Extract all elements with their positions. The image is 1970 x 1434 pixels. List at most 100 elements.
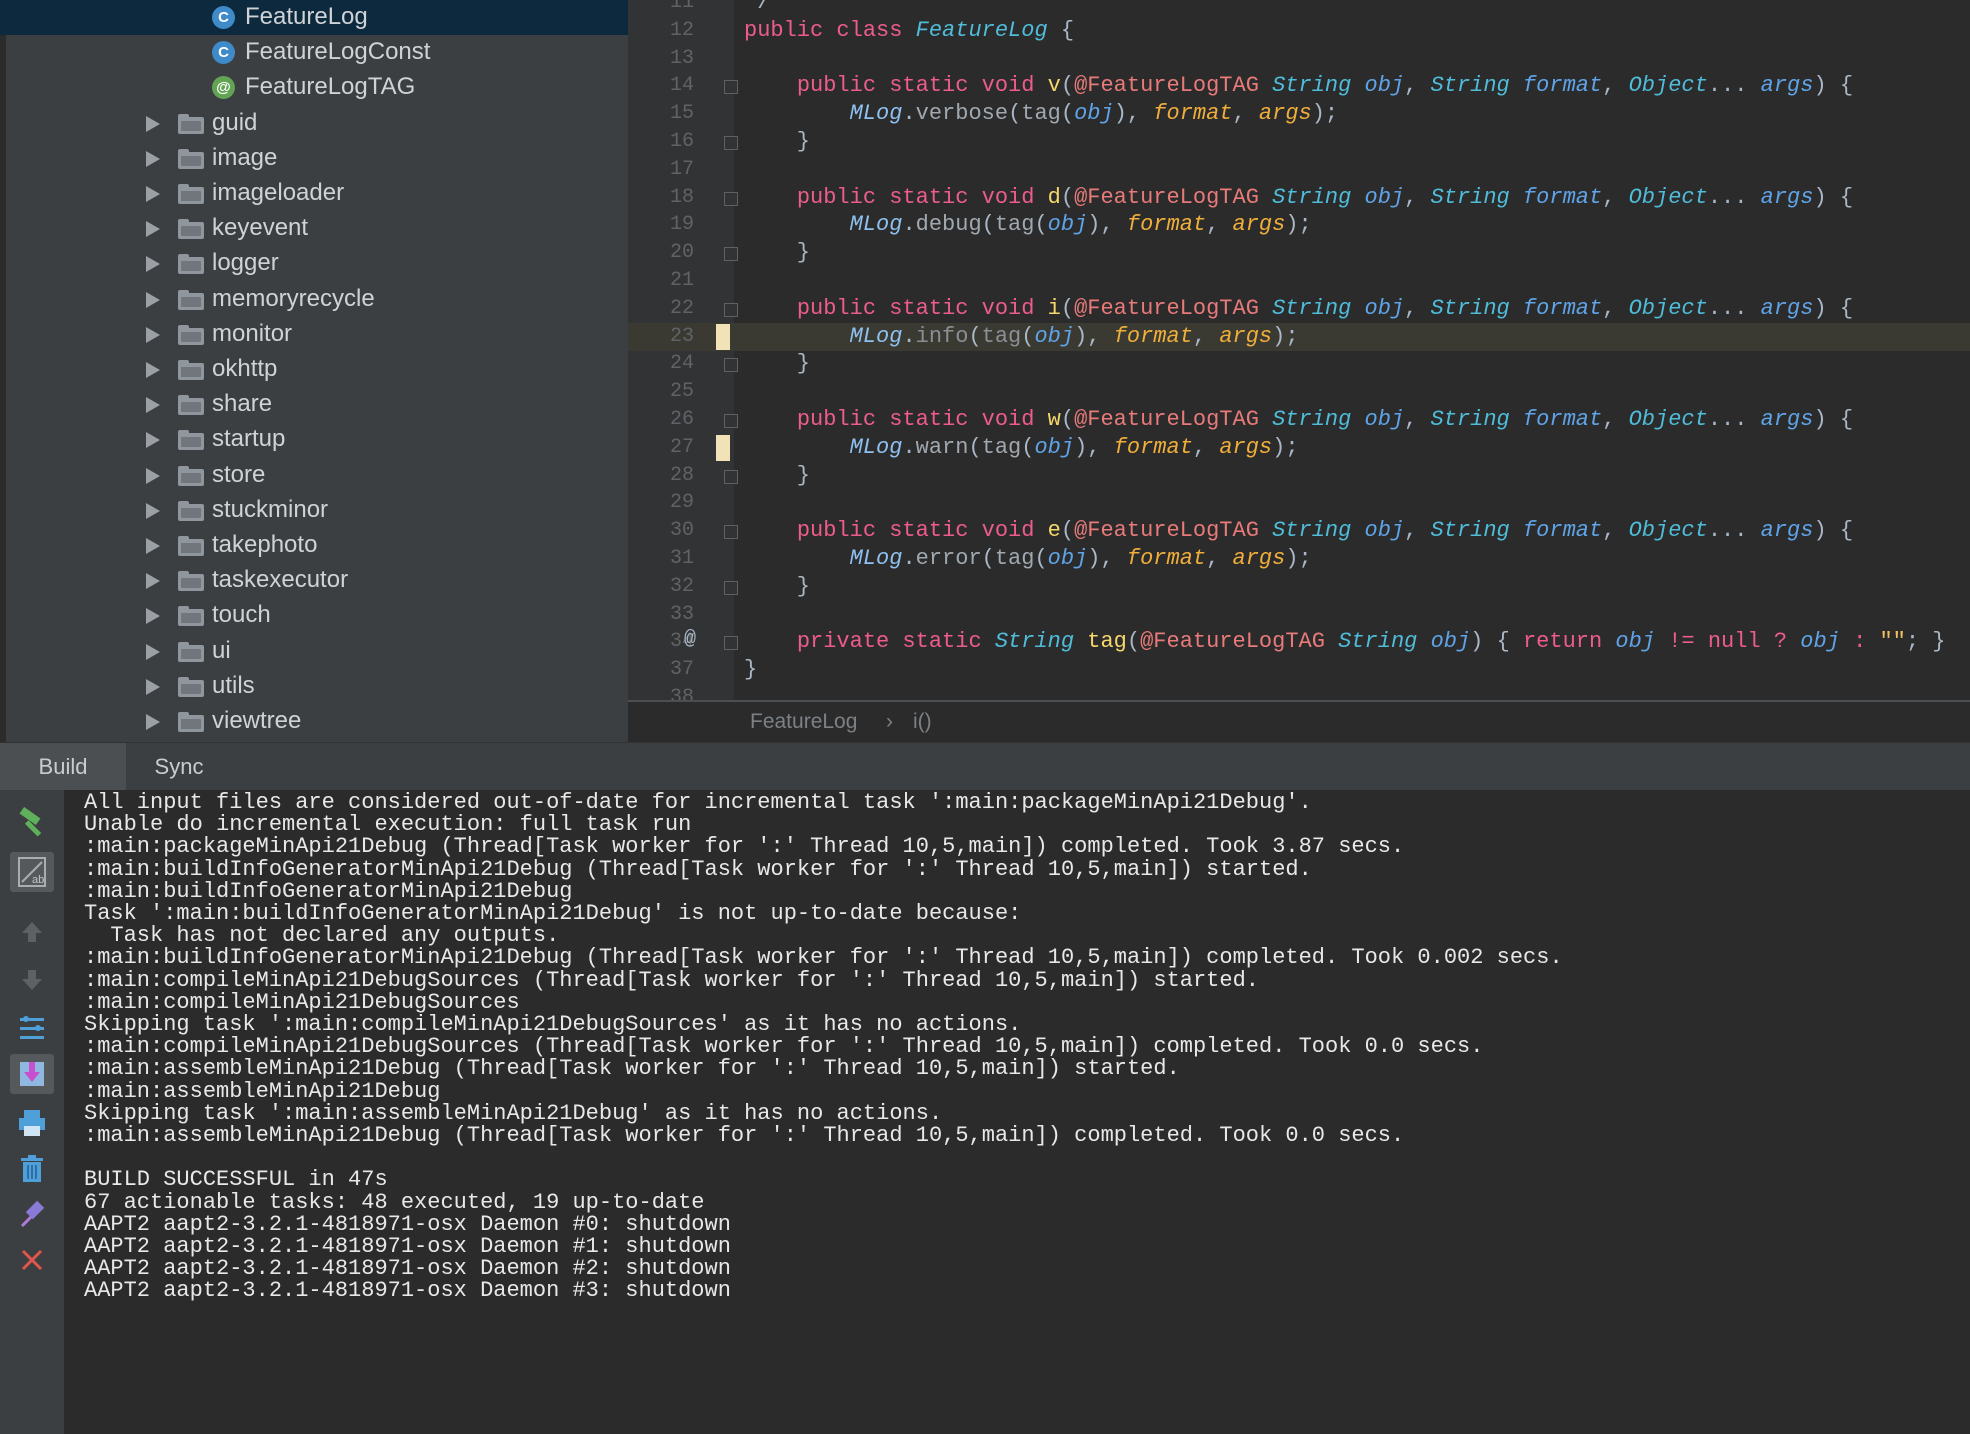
tree-item-ui[interactable]: ui: [0, 634, 628, 669]
fold-marker-icon[interactable]: [724, 469, 738, 484]
tree-item-logger[interactable]: logger: [0, 246, 628, 281]
fold-marker-icon[interactable]: [724, 136, 738, 150]
tree-item-okhttp[interactable]: okhttp: [0, 352, 628, 387]
fold-marker-icon[interactable]: [724, 358, 738, 373]
tree-item-featurelogtag[interactable]: @ FeatureLogTAG: [0, 70, 628, 105]
expand-arrow-icon[interactable]: [146, 678, 160, 695]
tree-item-touch[interactable]: touch: [0, 598, 628, 633]
code-line[interactable]: 12 public class FeatureLog {: [628, 17, 1970, 45]
tree-item-viewtree[interactable]: viewtree: [0, 704, 628, 739]
breadcrumb-method[interactable]: i(): [913, 710, 932, 734]
expand-arrow-icon[interactable]: [146, 186, 160, 202]
code-line[interactable]: 37}: [628, 656, 1970, 684]
tree-item-monitor[interactable]: monitor: [0, 317, 628, 352]
build-output-console[interactable]: All input files are considered out-of-da…: [64, 790, 1970, 1434]
code-line[interactable]: 28 }: [628, 462, 1970, 490]
tree-item-store[interactable]: store: [0, 458, 628, 493]
expand-arrow-icon[interactable]: [146, 221, 160, 238]
code-line[interactable]: 30 public static void e(@FeatureLogTAG S…: [628, 517, 1970, 545]
fold-marker-icon[interactable]: [724, 414, 738, 428]
code-line[interactable]: 11 */: [628, 0, 1970, 17]
code-line[interactable]: 26 public static void w(@FeatureLogTAG S…: [628, 406, 1970, 434]
expand-arrow-icon[interactable]: [146, 256, 160, 273]
tree-item-share[interactable]: share: [0, 387, 628, 422]
tree-item-takephoto[interactable]: takephoto: [0, 528, 628, 563]
code-line[interactable]: 31 MLog.error(tag(obj), format, args);: [628, 545, 1970, 573]
expand-arrow-icon[interactable]: [146, 397, 160, 414]
code-token: ,: [1192, 323, 1220, 349]
code-line[interactable]: 32 }: [628, 573, 1970, 601]
tree-item-keyevent[interactable]: keyevent: [0, 211, 628, 246]
code-line[interactable]: 13: [628, 45, 1970, 73]
trash-icon[interactable]: [10, 1148, 54, 1188]
fold-marker-icon[interactable]: [724, 580, 738, 595]
expand-arrow-icon[interactable]: [146, 326, 160, 343]
code-line[interactable]: 16 }: [628, 128, 1970, 156]
code-line[interactable]: 29: [628, 489, 1970, 517]
code-line[interactable]: 14 public static void v(@FeatureLogTAG S…: [628, 72, 1970, 100]
tree-item-image[interactable]: image: [0, 141, 628, 176]
line-number: 32: [669, 574, 694, 598]
code-line[interactable]: 15 MLog.verbose(tag(obj), format, args);: [628, 100, 1970, 128]
expand-arrow-icon[interactable]: [146, 432, 160, 449]
pin-icon[interactable]: [10, 1194, 54, 1234]
arrow-up-icon[interactable]: [10, 912, 54, 952]
code-line[interactable]: 27 MLog.warn(tag(obj), format, args);: [628, 434, 1970, 462]
expand-arrow-icon[interactable]: [146, 643, 160, 660]
tree-item-featurelog[interactable]: C FeatureLog: [0, 0, 628, 35]
fold-marker-icon[interactable]: [724, 191, 738, 206]
code-line[interactable]: 25: [628, 378, 1970, 406]
code-line[interactable]: 20 }: [628, 239, 1970, 267]
tree-item-guid[interactable]: guid: [0, 106, 628, 141]
tree-item-stuckminor[interactable]: stuckminor: [0, 493, 628, 528]
code-token: ) {: [1813, 407, 1854, 432]
fold-marker-icon[interactable]: [724, 247, 738, 262]
expand-arrow-icon[interactable]: [146, 714, 160, 730]
tree-item-utils[interactable]: utils: [0, 669, 628, 704]
tab-sync[interactable]: Sync: [126, 743, 232, 791]
bookmark-icon[interactable]: [716, 323, 730, 350]
code-line[interactable]: 17: [628, 156, 1970, 184]
hammer-icon[interactable]: [10, 802, 54, 842]
code-line[interactable]: 21: [628, 267, 1970, 295]
tree-item-startup[interactable]: startup: [0, 422, 628, 457]
code-line[interactable]: 19 MLog.debug(tag(obj), format, args);: [628, 211, 1970, 239]
code-token: obj: [1800, 629, 1854, 655]
expand-arrow-icon[interactable]: [146, 150, 160, 167]
tree-item-imageloader[interactable]: imageloader: [0, 176, 628, 211]
expand-arrow-icon[interactable]: [146, 608, 160, 625]
expand-arrow-icon[interactable]: [146, 362, 160, 378]
fold-marker-icon[interactable]: [724, 80, 738, 95]
close-icon[interactable]: [10, 1240, 54, 1280]
tree-item-taskexecutor[interactable]: taskexecutor: [0, 563, 628, 598]
fold-marker-icon[interactable]: [724, 636, 738, 651]
expand-arrow-icon[interactable]: [146, 502, 160, 519]
expand-arrow-icon[interactable]: [146, 467, 160, 484]
code-line[interactable]: 18 public static void d(@FeatureLogTAG S…: [628, 184, 1970, 212]
code-editor[interactable]: 11 */12 public class FeatureLog {13 14 publ…: [628, 0, 1970, 742]
expand-arrow-icon[interactable]: [146, 115, 160, 132]
scroll-to-end-icon[interactable]: [10, 1054, 54, 1094]
print-icon[interactable]: [10, 1102, 54, 1142]
breadcrumb-class[interactable]: FeatureLog: [750, 710, 857, 734]
expand-arrow-icon[interactable]: [146, 573, 160, 590]
code-line[interactable]: 24 }: [628, 350, 1970, 378]
override-marker-icon[interactable]: @: [684, 628, 696, 651]
code-line[interactable]: 34 @ private static String tag(@FeatureLo…: [628, 628, 1970, 656]
fold-marker-icon[interactable]: [724, 525, 738, 540]
tab-build[interactable]: Build: [0, 743, 126, 791]
toggle-view-icon[interactable]: ab: [10, 852, 54, 892]
code-line[interactable]: 23 MLog.info(tag(obj), format, args);: [628, 322, 1970, 351]
arrow-down-icon[interactable]: [10, 960, 54, 1000]
code-token: obj: [1364, 518, 1405, 544]
expand-arrow-icon[interactable]: [146, 291, 160, 308]
tree-item-featurelogconst[interactable]: C FeatureLogConst: [0, 35, 628, 70]
code-line[interactable]: 33: [628, 601, 1970, 629]
expand-arrow-icon[interactable]: [146, 538, 160, 554]
code-line[interactable]: 22 public static void i(@FeatureLogTAG S…: [628, 295, 1970, 323]
fold-marker-icon[interactable]: [724, 302, 738, 317]
bookmark-icon[interactable]: [716, 434, 730, 461]
tree-item-memoryrecycle[interactable]: memoryrecycle: [0, 282, 628, 317]
folder-icon: [178, 465, 204, 486]
filter-icon[interactable]: [10, 1008, 54, 1048]
